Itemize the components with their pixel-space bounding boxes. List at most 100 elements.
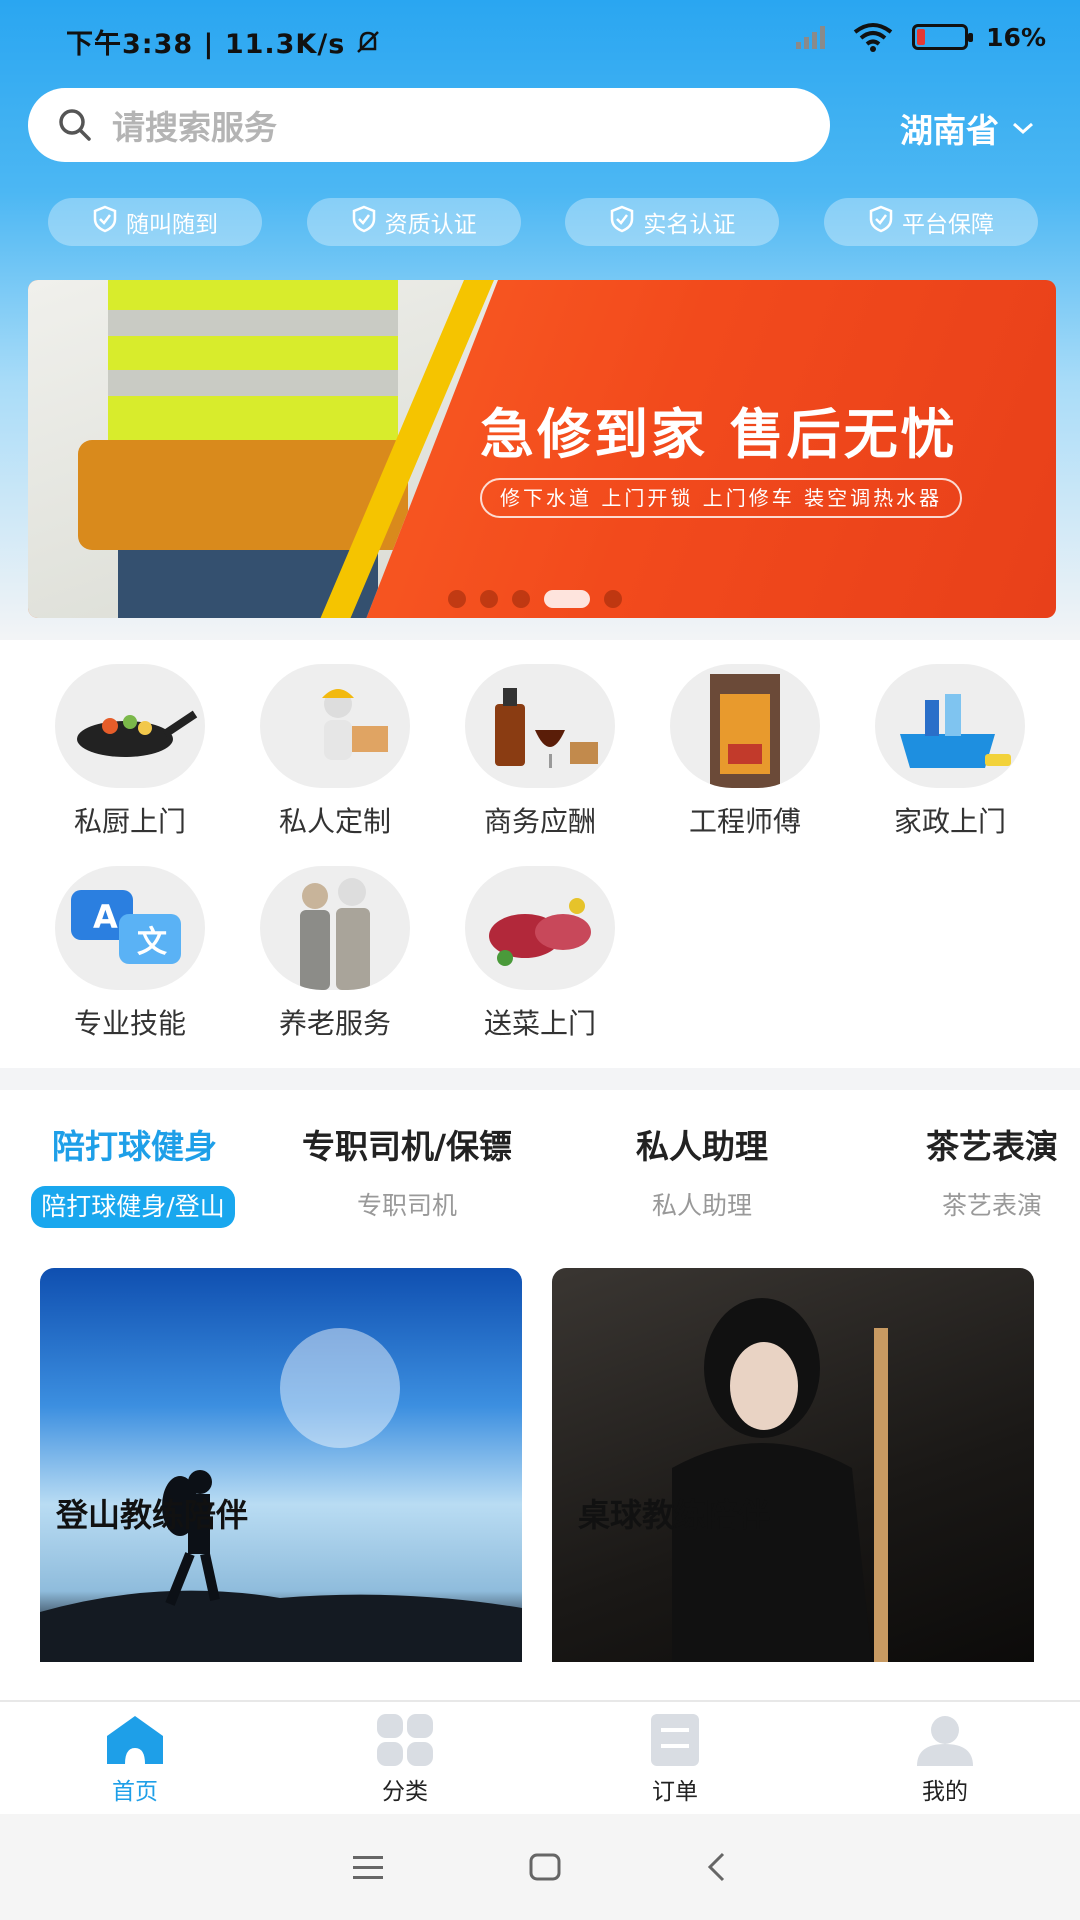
wok-icon (55, 664, 205, 788)
tab-tea-art[interactable]: 茶艺表演 茶艺表演 (926, 1120, 1058, 1222)
pagination-dot[interactable] (512, 590, 530, 608)
badge-platform: 平台保障 (823, 198, 1038, 246)
pagination-dot[interactable] (448, 590, 466, 608)
status-time-text: 下午3:38 | 11.3K/s (66, 29, 346, 60)
builder-icon (260, 664, 410, 788)
category-label: 送菜上门 (483, 1007, 596, 1040)
nav-orders[interactable]: 订单 (540, 1702, 810, 1814)
badge-qualification: 资质认证 (306, 198, 521, 246)
svg-text:A: A (93, 898, 118, 936)
badge-real-name: 实名认证 (565, 198, 780, 246)
tab-title: 专职司机/保镖 (302, 1127, 513, 1166)
hiking-photo (40, 1268, 522, 1662)
profile-icon (917, 1716, 973, 1766)
shield-icon (92, 205, 118, 239)
badge-label: 随叫随到 (126, 212, 218, 238)
tab-title: 私人助理 (636, 1127, 768, 1166)
shield-icon (609, 205, 635, 239)
pagination-dot[interactable] (604, 590, 622, 608)
promo-banner[interactable]: 急修到家 售后无忧 修下水道 上门开锁 上门修车 装空调热水器 (28, 280, 1056, 618)
mute-bell-icon (357, 30, 380, 53)
category-label: 私人定制 (278, 805, 391, 838)
status-bar: 下午3:38 | 11.3K/s 16% (0, 0, 1080, 82)
category-skills[interactable]: A文 专业技能 (45, 866, 215, 1042)
category-elderly-care[interactable]: 养老服务 (250, 866, 420, 1042)
worker-photo (28, 280, 498, 618)
search-placeholder: 请搜索服务 (112, 108, 277, 147)
service-card[interactable] (552, 1268, 1034, 1668)
tab-sports[interactable]: 陪打球健身 陪打球健身/登山 (31, 1120, 235, 1228)
nav-profile[interactable]: 我的 (810, 1702, 1080, 1814)
nav-label: 分类 (382, 1779, 428, 1805)
translate-icon: A文 (55, 866, 205, 990)
category-label: 商务应酬 (483, 805, 596, 838)
region-label: 湖南省 (900, 111, 999, 150)
wifi-icon (853, 23, 893, 52)
card-title: 登山教练陪伴 (56, 1496, 249, 1534)
nav-label: 我的 (922, 1779, 968, 1805)
category-grid: 私厨上门 私人定制 商务应酬 工程师傅 家政上门 A文 专业技能 养老服务 送菜… (0, 640, 1080, 1068)
bottom-nav: 首页 分类 订单 我的 (0, 1700, 1080, 1814)
pagination-dot-active[interactable] (544, 590, 590, 608)
category-engineer[interactable]: 工程师傅 (660, 664, 830, 840)
category-business[interactable]: 商务应酬 (455, 664, 625, 840)
banner-subtitle: 修下水道 上门开锁 上门修车 装空调热水器 (480, 478, 963, 518)
badge-label: 平台保障 (901, 212, 994, 238)
menu-icon[interactable] (351, 1853, 385, 1881)
category-label: 家政上门 (893, 805, 1006, 838)
nav-category[interactable]: 分类 (270, 1702, 540, 1814)
signal-icon (796, 26, 826, 49)
status-time: 下午3:38 | 11.3K/s (66, 22, 383, 61)
back-icon[interactable] (705, 1851, 729, 1883)
category-housekeeping[interactable]: 家政上门 (865, 664, 1035, 840)
search-input[interactable]: 请搜索服务 (28, 88, 830, 162)
badge-label: 实名认证 (643, 212, 736, 238)
banner-title: 急修到家 售后无忧 (480, 403, 958, 466)
meat-icon (465, 866, 615, 990)
pagination-dot[interactable] (480, 590, 498, 608)
home-icon (107, 1716, 163, 1764)
nav-home[interactable]: 首页 (0, 1702, 270, 1814)
workman-icon (670, 664, 820, 788)
home-square-icon[interactable] (528, 1852, 562, 1882)
category-label: 养老服务 (278, 1007, 391, 1040)
nav-label: 订单 (652, 1779, 698, 1805)
battery-text: 16% (986, 22, 1046, 52)
service-card[interactable] (40, 1268, 522, 1668)
tab-subtitle: 陪打球健身/登山 (31, 1186, 235, 1228)
system-navigation-bar (0, 1814, 1080, 1920)
category-custom[interactable]: 私人定制 (250, 664, 420, 840)
vest-stripe (108, 310, 398, 336)
liquor-icon (465, 664, 615, 788)
vest-stripe (108, 370, 398, 396)
tab-subtitle: 私人助理 (651, 1191, 752, 1220)
svg-text:文: 文 (137, 925, 167, 960)
elderly-icon (260, 866, 410, 990)
category-label: 私厨上门 (73, 805, 186, 838)
order-icon (651, 1714, 699, 1766)
grid-icon (377, 1714, 433, 1766)
tab-title: 茶艺表演 (926, 1127, 1058, 1166)
service-tabs-panel: 陪打球健身 陪打球健身/登山 专职司机/保镖 专职司机 私人助理 私人助理 茶艺… (0, 1090, 1080, 1700)
billiards-photo (552, 1268, 1034, 1662)
badge-on-call: 随叫随到 (48, 198, 262, 246)
nav-label: 首页 (112, 1779, 158, 1805)
tab-driver[interactable]: 专职司机/保镖 专职司机 (302, 1120, 512, 1222)
region-selector[interactable]: 湖南省 (900, 104, 1035, 152)
category-label: 专业技能 (73, 1007, 186, 1040)
tab-title: 陪打球健身 (52, 1127, 217, 1166)
guarantee-badges: 随叫随到 资质认证 实名认证 平台保障 (48, 198, 1038, 246)
tab-subtitle: 茶艺表演 (941, 1191, 1042, 1220)
category-grocery[interactable]: 送菜上门 (455, 866, 625, 1042)
badge-label: 资质认证 (384, 212, 477, 238)
category-private-chef[interactable]: 私厨上门 (45, 664, 215, 840)
tab-subtitle: 专职司机 (357, 1191, 458, 1220)
category-label: 工程师傅 (688, 805, 801, 838)
chevron-down-icon (1013, 122, 1033, 135)
search-icon (59, 109, 91, 141)
banner-pagination (448, 590, 622, 608)
shield-icon (868, 205, 894, 239)
battery-fill (917, 29, 925, 45)
tab-assistant[interactable]: 私人助理 私人助理 (636, 1120, 768, 1222)
shield-icon (351, 205, 377, 239)
